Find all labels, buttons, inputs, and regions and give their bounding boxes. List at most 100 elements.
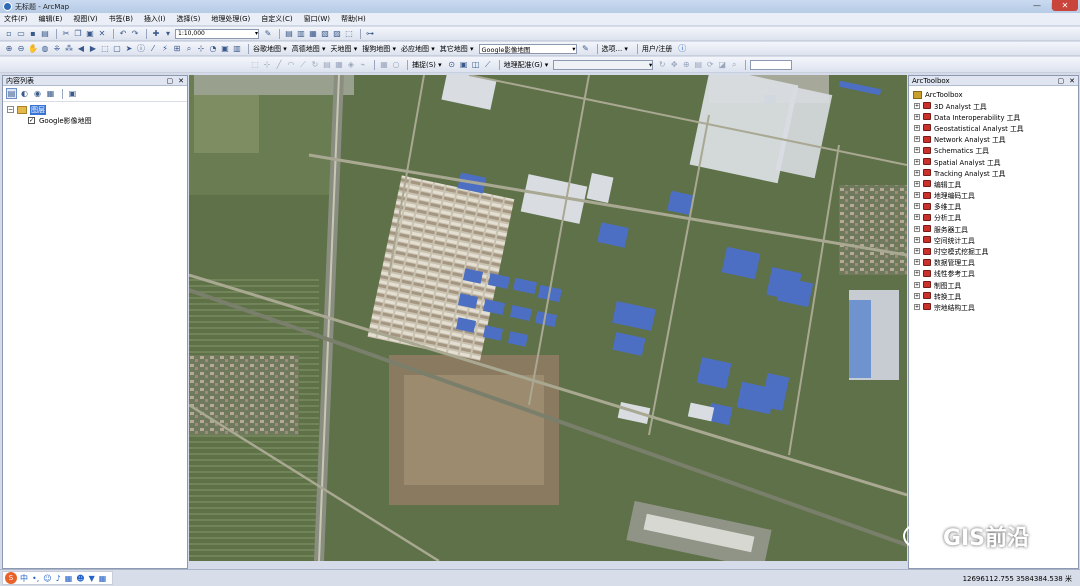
rotate-tool-icon[interactable]: ↻ bbox=[657, 60, 667, 70]
basemap-tianditu-menu[interactable]: 天地图 ▾ bbox=[331, 44, 358, 54]
toolbox-item[interactable]: + 时空模式挖掘工具 bbox=[909, 245, 1078, 256]
select-features-icon[interactable]: ⬚ bbox=[100, 44, 110, 54]
toolbox-item-label[interactable]: Spatial Analyst 工具 bbox=[934, 157, 1001, 167]
basemap-sogou-menu[interactable]: 搜狗地图 ▾ bbox=[362, 44, 396, 54]
toolbox-item-label[interactable]: 数据管理工具 bbox=[934, 257, 975, 267]
full-extent-icon[interactable]: ◍ bbox=[40, 44, 50, 54]
basemap-google-menu[interactable]: 谷歌地图 ▾ bbox=[253, 44, 287, 54]
grid-icon[interactable]: ▦ bbox=[379, 60, 389, 70]
toolbox-item-label[interactable]: 3D Analyst 工具 bbox=[934, 101, 987, 111]
menu-geoprocessing[interactable]: 地理处理(G) bbox=[211, 14, 250, 24]
snapping-menu[interactable]: 捕捉(S) ▾ bbox=[412, 60, 442, 70]
select-pointer-icon[interactable]: ➤ bbox=[124, 44, 134, 54]
edge-snap-icon[interactable]: ⟋ bbox=[483, 60, 493, 70]
options-icon[interactable]: ▣ bbox=[67, 88, 78, 99]
menu-customize[interactable]: 自定义(C) bbox=[261, 14, 292, 24]
toolbox-item-label[interactable]: 转换工具 bbox=[934, 291, 961, 301]
ime-emoji-icon[interactable]: ☺ bbox=[43, 574, 51, 583]
georef-layer-dropdown[interactable]: ▾ bbox=[553, 59, 654, 70]
rotate-icon[interactable]: ↻ bbox=[310, 60, 320, 70]
auto-hide-icon[interactable]: ▢ bbox=[1058, 77, 1065, 85]
toolbox-item[interactable]: +3D Analyst 工具 bbox=[909, 100, 1078, 111]
toolbox-item-label[interactable]: 编辑工具 bbox=[934, 179, 961, 189]
layer-visibility-checkbox[interactable]: ✓ bbox=[28, 117, 35, 124]
toolbox-item[interactable]: + 数据管理工具 bbox=[909, 257, 1078, 268]
expand-icon[interactable]: + bbox=[914, 124, 920, 131]
new-document-icon[interactable]: ▫ bbox=[4, 29, 14, 39]
expand-icon[interactable]: + bbox=[914, 303, 920, 310]
ime-skin-icon[interactable]: ▼ bbox=[89, 574, 95, 583]
toolbox-window-icon[interactable]: ▧ bbox=[320, 29, 330, 39]
print-icon[interactable]: ▤ bbox=[40, 29, 50, 39]
menu-view[interactable]: 视图(V) bbox=[73, 14, 97, 24]
toolbox-item[interactable]: + 线性参考工具 bbox=[909, 268, 1078, 279]
options-menu[interactable]: 选项... ▾ bbox=[602, 44, 628, 54]
end-snap-icon[interactable]: ▣ bbox=[459, 60, 469, 70]
layer-row[interactable]: ✓ Google影像地图 bbox=[3, 115, 187, 126]
expand-icon[interactable]: + bbox=[914, 248, 920, 255]
toolbox-item[interactable]: + 宗地结构工具 bbox=[909, 301, 1078, 312]
georef-text-input[interactable] bbox=[750, 59, 793, 70]
expand-icon[interactable]: + bbox=[914, 281, 920, 288]
toolbox-item[interactable]: + 多维工具 bbox=[909, 201, 1078, 212]
expand-icon[interactable]: + bbox=[914, 236, 920, 243]
pan-hand-icon[interactable]: ✋ bbox=[28, 44, 38, 54]
info-icon[interactable]: ⓘ bbox=[677, 44, 687, 54]
toolbox-root-label[interactable]: ArcToolbox bbox=[925, 91, 963, 99]
paste-icon[interactable]: ▣ bbox=[85, 29, 95, 39]
fixed-zoom-out-icon[interactable]: ⁂ bbox=[64, 44, 74, 54]
trace-icon[interactable]: ⌁ bbox=[358, 60, 368, 70]
layer-name[interactable]: Google影像地图 bbox=[39, 116, 92, 126]
expand-icon[interactable]: + bbox=[914, 158, 920, 165]
rectify-icon[interactable]: ◪ bbox=[717, 60, 727, 70]
editor-icon[interactable]: ✎ bbox=[263, 29, 273, 39]
toolbox-item-label[interactable]: Schematics 工具 bbox=[934, 145, 989, 155]
toolbox-item[interactable]: + Geostatistical Analyst 工具 bbox=[909, 122, 1078, 133]
toolbox-item-label[interactable]: 宗地结构工具 bbox=[934, 302, 975, 312]
zoom-in-icon[interactable]: ⊕ bbox=[4, 44, 14, 54]
layer-dropdown[interactable]: Google影像地图 ▾ bbox=[478, 43, 577, 54]
expand-icon[interactable]: + bbox=[914, 192, 920, 199]
toc-window-icon[interactable]: ▤ bbox=[284, 29, 294, 39]
expand-icon[interactable]: + bbox=[914, 292, 920, 299]
basemap-gaode-menu[interactable]: 高德地图 ▾ bbox=[292, 44, 326, 54]
toolbox-item[interactable]: + 服务器工具 bbox=[909, 223, 1078, 234]
expand-icon[interactable]: + bbox=[914, 270, 920, 277]
expand-icon[interactable]: + bbox=[914, 214, 920, 221]
expand-icon[interactable]: + bbox=[914, 169, 920, 176]
ime-voice-icon[interactable]: ♪ bbox=[56, 574, 61, 583]
toolbox-root[interactable]: ArcToolbox bbox=[909, 89, 1078, 100]
expand-icon[interactable]: + bbox=[914, 102, 920, 109]
add-control-points-icon[interactable]: ⊕ bbox=[681, 60, 691, 70]
expand-icon[interactable]: + bbox=[914, 203, 920, 210]
catalog-window-icon[interactable]: ▥ bbox=[296, 29, 306, 39]
expand-icon[interactable]: + bbox=[914, 180, 920, 187]
point-snap-icon[interactable]: ⊙ bbox=[447, 60, 457, 70]
user-register-link[interactable]: 用户/注册 bbox=[642, 44, 672, 54]
menu-select[interactable]: 选择(S) bbox=[176, 14, 200, 24]
georeferencing-menu[interactable]: 地理配准(G) ▾ bbox=[504, 60, 549, 70]
toolbox-item-label[interactable]: Tracking Analyst 工具 bbox=[934, 168, 1005, 178]
undo-icon[interactable]: ↶ bbox=[118, 29, 128, 39]
ime-keyboard-icon[interactable]: ▦ bbox=[65, 574, 73, 583]
clear-selection-icon[interactable]: ▢ bbox=[112, 44, 122, 54]
redo-icon[interactable]: ↷ bbox=[130, 29, 140, 39]
basemap-bing-menu[interactable]: 必应地图 ▾ bbox=[401, 44, 435, 54]
toolbox-item-label[interactable]: 线性参考工具 bbox=[934, 268, 975, 278]
split-icon[interactable]: ⟋ bbox=[298, 60, 308, 70]
goto-xy-icon[interactable]: ⊹ bbox=[196, 44, 206, 54]
menu-bookmarks[interactable]: 书签(B) bbox=[109, 14, 133, 24]
brush-icon[interactable]: ✎ bbox=[581, 44, 591, 54]
ime-tools-icon[interactable]: ▦ bbox=[99, 574, 107, 583]
measure-icon[interactable]: ⊞ bbox=[172, 44, 182, 54]
viewer-window-icon[interactable]: ▣ bbox=[220, 44, 230, 54]
toolbox-item[interactable]: + 编辑工具 bbox=[909, 178, 1078, 189]
ime-toolbar[interactable]: S 中 •, ☺ ♪ ▦ ☻ ▼ ▦ bbox=[2, 571, 114, 585]
html-popup-icon[interactable]: ⁄ bbox=[148, 44, 158, 54]
expand-icon[interactable]: + bbox=[914, 259, 920, 266]
search-window-icon[interactable]: ▦ bbox=[308, 29, 318, 39]
expand-icon[interactable]: + bbox=[914, 136, 920, 143]
toolbox-item-label[interactable]: 多维工具 bbox=[934, 201, 961, 211]
toolbox-item-label[interactable]: 分析工具 bbox=[934, 212, 961, 222]
auto-hide-icon[interactable]: ▢ bbox=[167, 77, 174, 85]
